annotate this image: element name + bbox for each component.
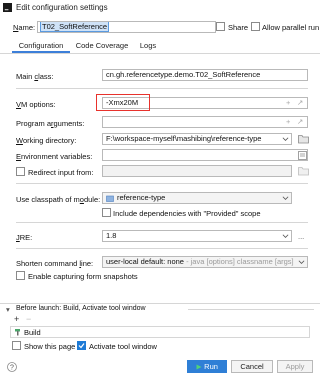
activate-tool-window-label: Activate tool window <box>89 342 157 351</box>
red-highlight-box <box>96 94 150 111</box>
section-divider <box>16 88 308 89</box>
show-this-page-label: Show this page <box>24 342 76 351</box>
working-directory-value: F:\workspace-myself\mashibing\reference-… <box>106 134 262 143</box>
module-folder-icon <box>106 195 114 202</box>
tab-code-coverage[interactable]: Code Coverage <box>72 38 132 53</box>
enable-capturing-checkbox[interactable] <box>16 271 25 280</box>
window-title: Edit configuration settings <box>16 3 108 12</box>
build-task-label: Build <box>24 328 41 337</box>
expand-arrows-icon[interactable]: ↗ <box>297 98 303 107</box>
activate-tool-window-checkbox[interactable] <box>77 341 86 350</box>
chevron-down-icon[interactable] <box>282 136 289 143</box>
edit-list-icon[interactable] <box>298 151 307 160</box>
run-triangle-icon <box>196 364 202 370</box>
share-label: Share <box>228 23 249 32</box>
tab-configuration[interactable]: Configuration <box>12 38 70 53</box>
svg-text:?: ? <box>10 365 14 372</box>
folder-icon <box>298 167 309 176</box>
question-icon[interactable]: ? <box>7 362 17 372</box>
classpath-module-select[interactable]: reference-type <box>102 192 292 204</box>
redirect-input-checkbox[interactable] <box>16 167 25 176</box>
main-class-label: Main class: <box>16 72 54 81</box>
section-divider <box>188 309 314 310</box>
enable-capturing-label: Enable capturing form snapshots <box>28 272 138 281</box>
chevron-down-icon[interactable] <box>282 233 289 240</box>
classpath-module-value: reference-type <box>117 193 166 202</box>
program-arguments-field[interactable] <box>102 116 308 128</box>
chevron-down-icon <box>282 196 289 200</box>
name-value: T02_SoftReference <box>40 22 110 32</box>
section-divider <box>0 303 320 304</box>
section-divider <box>16 183 308 184</box>
folder-icon[interactable] <box>298 134 309 144</box>
allow-parallel-checkbox[interactable] <box>251 22 260 31</box>
show-this-page-checkbox[interactable] <box>12 341 21 350</box>
working-directory-label: Working directory: <box>16 136 77 145</box>
classpath-module-label: Use classpath of module: <box>16 195 101 204</box>
program-arguments-label: Program arguments: <box>16 119 85 128</box>
environment-variables-label: Environment variables: <box>16 152 93 161</box>
remove-task-button[interactable]: − <box>26 314 31 324</box>
title-bar: Edit configuration settings <box>0 0 320 16</box>
before-launch-list: Build <box>10 326 310 338</box>
include-provided-label: Include dependencies with "Provided" sco… <box>113 209 261 218</box>
jre-field[interactable]: 1.8 <box>102 230 292 242</box>
run-label: Run <box>204 362 218 371</box>
tab-logs[interactable]: Logs <box>134 38 162 53</box>
more-options-icon[interactable]: ... <box>298 232 304 241</box>
main-class-field[interactable]: cn.gh.referencetype.demo.T02_SoftReferen… <box>102 69 308 81</box>
jre-value: 1.8 <box>106 231 117 240</box>
working-directory-field[interactable]: F:\workspace-myself\mashibing\reference-… <box>102 133 292 145</box>
checkmark-icon <box>78 343 85 349</box>
apply-button[interactable]: Apply <box>277 360 313 373</box>
build-hammer-icon <box>15 329 20 336</box>
expand-plus-icon[interactable]: + <box>286 98 290 107</box>
intellij-logo-icon <box>3 3 12 12</box>
tab-bar: Configuration Code Coverage Logs <box>0 38 320 54</box>
edit-configuration-window: Edit configuration settings Name: T02_So… <box>0 0 320 378</box>
include-provided-checkbox[interactable] <box>102 208 111 217</box>
name-field[interactable]: T02_SoftReference <box>37 21 216 33</box>
name-label: Name: <box>13 23 36 32</box>
expand-plus-icon[interactable]: + <box>286 117 290 126</box>
section-divider <box>16 248 308 249</box>
allow-parallel-label: Allow parallel run <box>262 23 320 32</box>
shorten-command-label: Shorten command line: <box>16 259 94 268</box>
shorten-command-value: user-local default: none <box>106 257 184 266</box>
redirect-input-label: Redirect input from: <box>28 168 94 177</box>
section-divider <box>16 222 308 223</box>
add-task-button[interactable]: + <box>14 314 19 324</box>
jre-label: JRE: <box>16 233 33 242</box>
cancel-button[interactable]: Cancel <box>231 360 273 373</box>
shorten-command-select[interactable]: user-local default: none - java [options… <box>102 256 308 268</box>
before-launch-header: Before launch: Build, Activate tool wind… <box>16 305 146 312</box>
shorten-command-hint: - java [options] classname [args] <box>186 257 294 266</box>
collapse-chevron-icon[interactable]: ▾ <box>6 305 10 314</box>
redirect-input-field <box>102 165 292 177</box>
list-item[interactable]: Build <box>11 327 309 337</box>
run-button[interactable]: Run <box>187 360 227 373</box>
vm-options-label: VM options: <box>16 100 56 109</box>
share-checkbox[interactable] <box>216 22 225 31</box>
environment-variables-field[interactable] <box>102 149 308 161</box>
chevron-down-icon <box>298 260 305 264</box>
expand-arrows-icon[interactable]: ↗ <box>297 117 303 126</box>
